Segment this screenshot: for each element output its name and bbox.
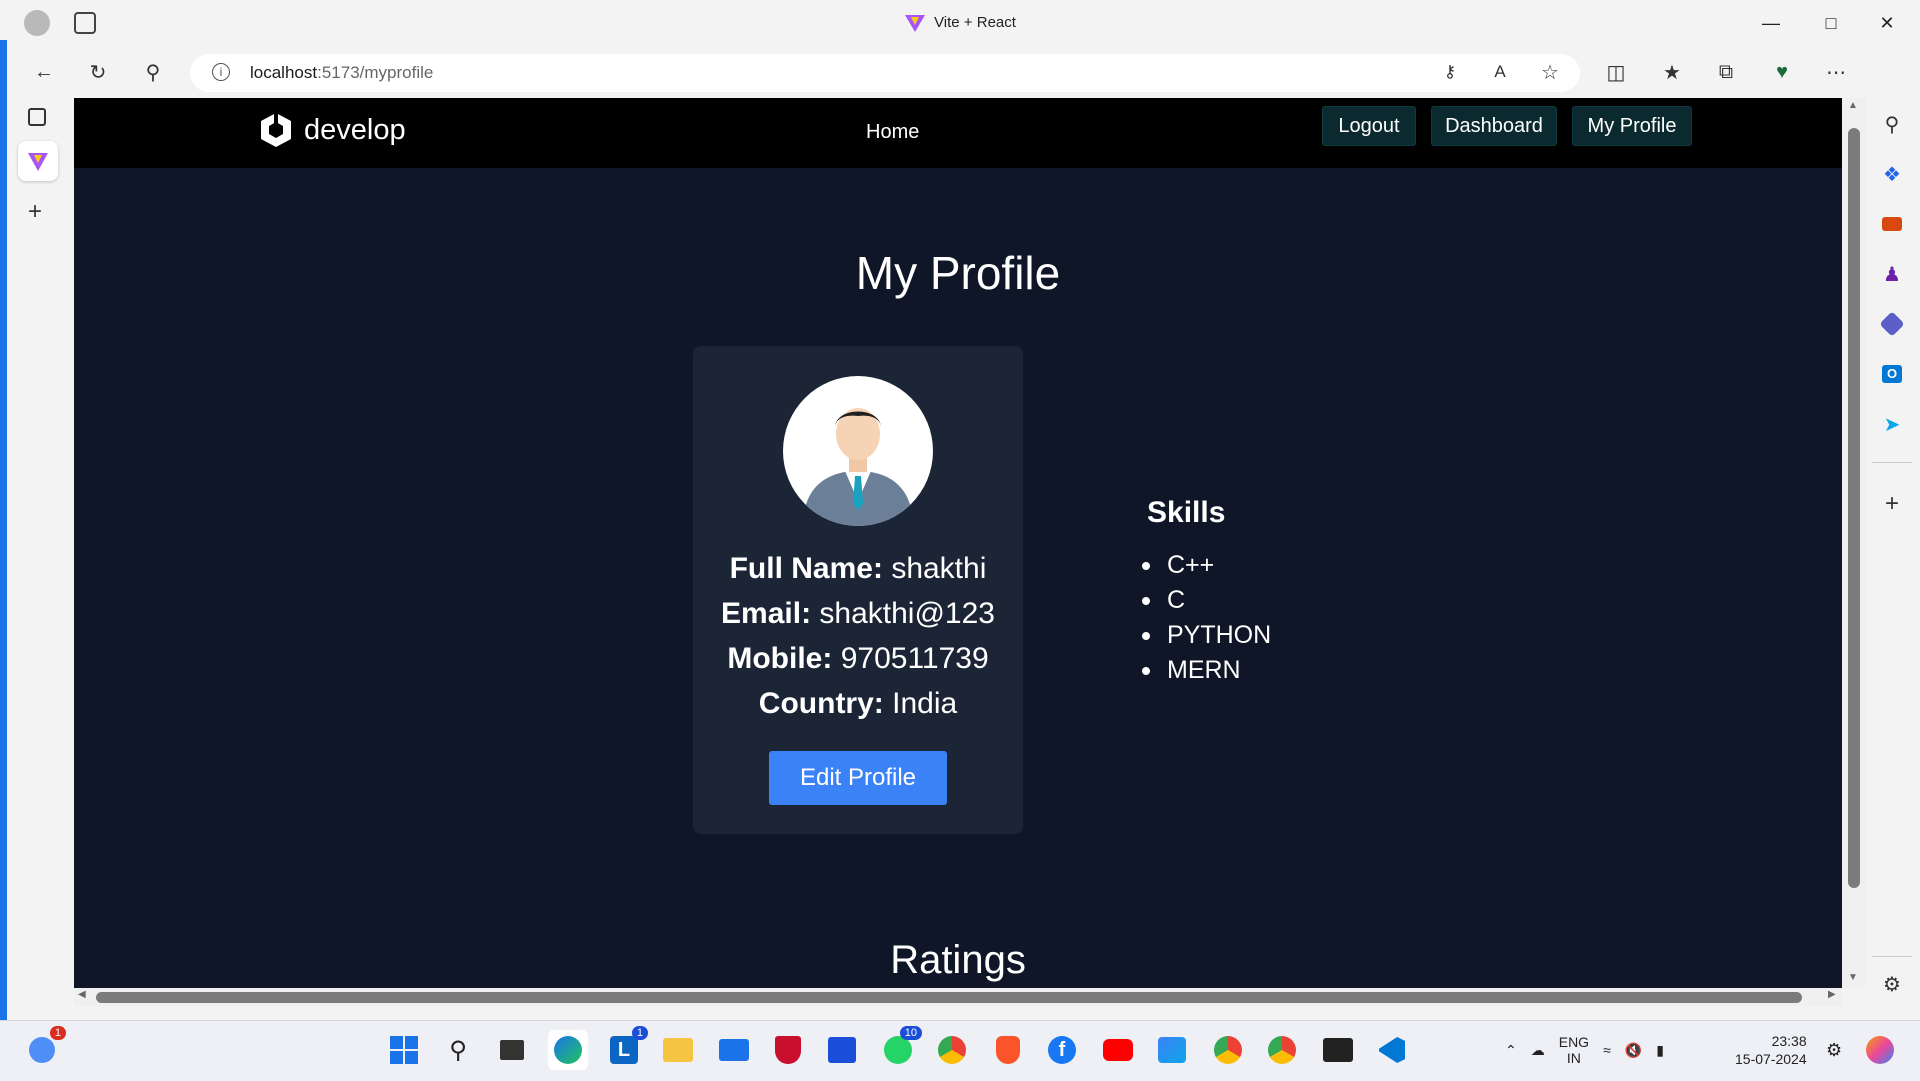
- back-icon[interactable]: ←: [26, 54, 62, 90]
- taskbar-clock[interactable]: 23:38 15-07-2024: [1735, 1032, 1807, 1068]
- horizontal-scroll-thumb[interactable]: [96, 992, 1802, 1003]
- dashboard-button[interactable]: Dashboard: [1431, 106, 1557, 146]
- favorite-star-icon[interactable]: ☆: [1532, 54, 1568, 90]
- user-avatar-icon: [803, 408, 913, 526]
- ratings-title: Ratings: [890, 938, 1026, 982]
- browser-essentials-icon[interactable]: ♥: [1764, 54, 1800, 90]
- site-info-icon[interactable]: i: [212, 63, 230, 81]
- read-aloud-icon[interactable]: A: [1482, 54, 1518, 90]
- microsoft-365-icon[interactable]: [1874, 306, 1910, 342]
- collections-icon[interactable]: ⧉: [1708, 54, 1744, 90]
- maximize-button[interactable]: □: [1808, 8, 1854, 38]
- favorites-icon[interactable]: ★: [1654, 54, 1690, 90]
- linkedin-icon[interactable]: L 1: [604, 1026, 648, 1070]
- list-item: PYTHON: [1142, 618, 1271, 653]
- refresh-icon[interactable]: ↻: [80, 54, 116, 90]
- vertical-scroll-thumb[interactable]: [1848, 128, 1860, 888]
- avatar: [783, 376, 933, 526]
- terminal-icon[interactable]: [1318, 1030, 1358, 1070]
- email-row: Email: shakthi@123: [721, 597, 995, 630]
- chrome-profile-c-icon[interactable]: [1208, 1030, 1248, 1070]
- mcafee-icon[interactable]: [768, 1030, 808, 1070]
- show-hidden-icons-chevron-icon[interactable]: ⌃: [1505, 1042, 1517, 1059]
- wifi-icon[interactable]: ≈: [1603, 1042, 1611, 1058]
- battery-icon[interactable]: ▮: [1656, 1042, 1664, 1059]
- sidebar-divider: [1872, 462, 1912, 463]
- send-icon[interactable]: ➤: [1874, 406, 1910, 442]
- games-icon[interactable]: ♟: [1874, 256, 1910, 292]
- sidebar-settings-gear-icon[interactable]: ⚙: [1874, 966, 1910, 1002]
- scroll-left-arrow-icon[interactable]: ◀: [78, 989, 86, 1000]
- photos-icon[interactable]: [1152, 1030, 1192, 1070]
- tab-title: Vite + React: [934, 14, 1016, 31]
- search-icon[interactable]: ⚲: [135, 54, 171, 90]
- list-item: C: [1142, 583, 1271, 618]
- taskbar-search-icon[interactable]: ⚲: [438, 1030, 478, 1070]
- sidebar-divider-bottom: [1872, 956, 1912, 957]
- onedrive-icon[interactable]: ☁: [1531, 1042, 1545, 1059]
- cube-logo-icon: [261, 113, 291, 147]
- edge-sidebar: [1866, 60, 1920, 1020]
- full-name-row: Full Name: shakthi: [729, 552, 987, 585]
- scroll-down-arrow-icon[interactable]: ▼: [1848, 972, 1858, 983]
- vscode-icon[interactable]: [1372, 1030, 1412, 1070]
- file-explorer-icon[interactable]: [658, 1030, 698, 1070]
- more-options-icon[interactable]: ⋯: [1818, 54, 1854, 90]
- list-item: MERN: [1142, 653, 1271, 688]
- url-text[interactable]: localhost:5173/myprofile: [250, 63, 433, 83]
- chrome-icon[interactable]: [932, 1030, 972, 1070]
- my-profile-button[interactable]: My Profile: [1572, 106, 1692, 146]
- vite-logo-icon: [28, 153, 48, 171]
- notification-bell-icon[interactable]: ⚙: [1826, 1040, 1842, 1061]
- youtube-icon[interactable]: [1098, 1030, 1138, 1070]
- outlook-icon[interactable]: O: [1874, 356, 1910, 392]
- add-sidebar-app-icon[interactable]: +: [1874, 486, 1910, 522]
- edit-profile-button[interactable]: Edit Profile: [769, 751, 947, 805]
- task-view-icon[interactable]: [492, 1030, 532, 1070]
- list-item: C++: [1142, 548, 1271, 583]
- split-screen-icon[interactable]: ◫: [1598, 54, 1634, 90]
- mail-icon[interactable]: [714, 1030, 754, 1070]
- scroll-up-arrow-icon[interactable]: ▲: [1848, 100, 1858, 111]
- vertical-tabs-bar: [0, 98, 74, 1020]
- language-indicator[interactable]: ENG IN: [1559, 1034, 1589, 1066]
- logo-text: develop: [304, 113, 406, 146]
- volume-muted-icon[interactable]: 🔇: [1625, 1042, 1642, 1059]
- mobile-row: Mobile: 970511739: [727, 642, 989, 675]
- notifications-widget-icon[interactable]: 1: [22, 1026, 66, 1070]
- facebook-icon[interactable]: f: [1042, 1030, 1082, 1070]
- minimize-button[interactable]: —: [1748, 8, 1794, 38]
- skills-list: C++ C PYTHON MERN: [1142, 548, 1271, 688]
- microsoft-store-icon[interactable]: [822, 1030, 862, 1070]
- brave-icon[interactable]: [988, 1030, 1028, 1070]
- site-logo[interactable]: develop: [256, 110, 406, 150]
- scroll-right-arrow-icon[interactable]: ▶: [1828, 989, 1836, 1000]
- country-row: Country: India: [758, 687, 958, 720]
- chrome-profile-c2-icon[interactable]: [1262, 1030, 1302, 1070]
- tab-actions-icon[interactable]: [28, 108, 46, 126]
- skills-title: Skills: [1147, 496, 1226, 529]
- edge-browser-icon[interactable]: [548, 1030, 588, 1070]
- sidebar-search-icon[interactable]: ⚲: [1874, 106, 1910, 142]
- tab-vite-react[interactable]: [18, 141, 58, 181]
- close-button[interactable]: ✕: [1864, 8, 1910, 38]
- vite-favicon-icon: [905, 15, 925, 32]
- tools-briefcase-icon[interactable]: [1874, 206, 1910, 242]
- windows-start-icon[interactable]: [384, 1030, 424, 1070]
- focus-strip: [0, 40, 7, 1020]
- page-viewport: develop Home Logout Dashboard My Profile…: [74, 98, 1842, 988]
- logout-button[interactable]: Logout: [1322, 106, 1416, 146]
- page-title: My Profile: [855, 247, 1061, 299]
- system-tray: ⌃ ☁ ENG IN ≈ 🔇 ▮: [1505, 1030, 1664, 1070]
- new-tab-icon[interactable]: +: [28, 198, 42, 226]
- whatsapp-icon[interactable]: 10: [878, 1026, 922, 1070]
- key-icon[interactable]: ⚷: [1432, 54, 1468, 90]
- shopping-tag-icon[interactable]: ❖: [1874, 156, 1910, 192]
- nav-home-link[interactable]: Home: [856, 113, 929, 152]
- copilot-taskbar-icon[interactable]: [1866, 1036, 1894, 1064]
